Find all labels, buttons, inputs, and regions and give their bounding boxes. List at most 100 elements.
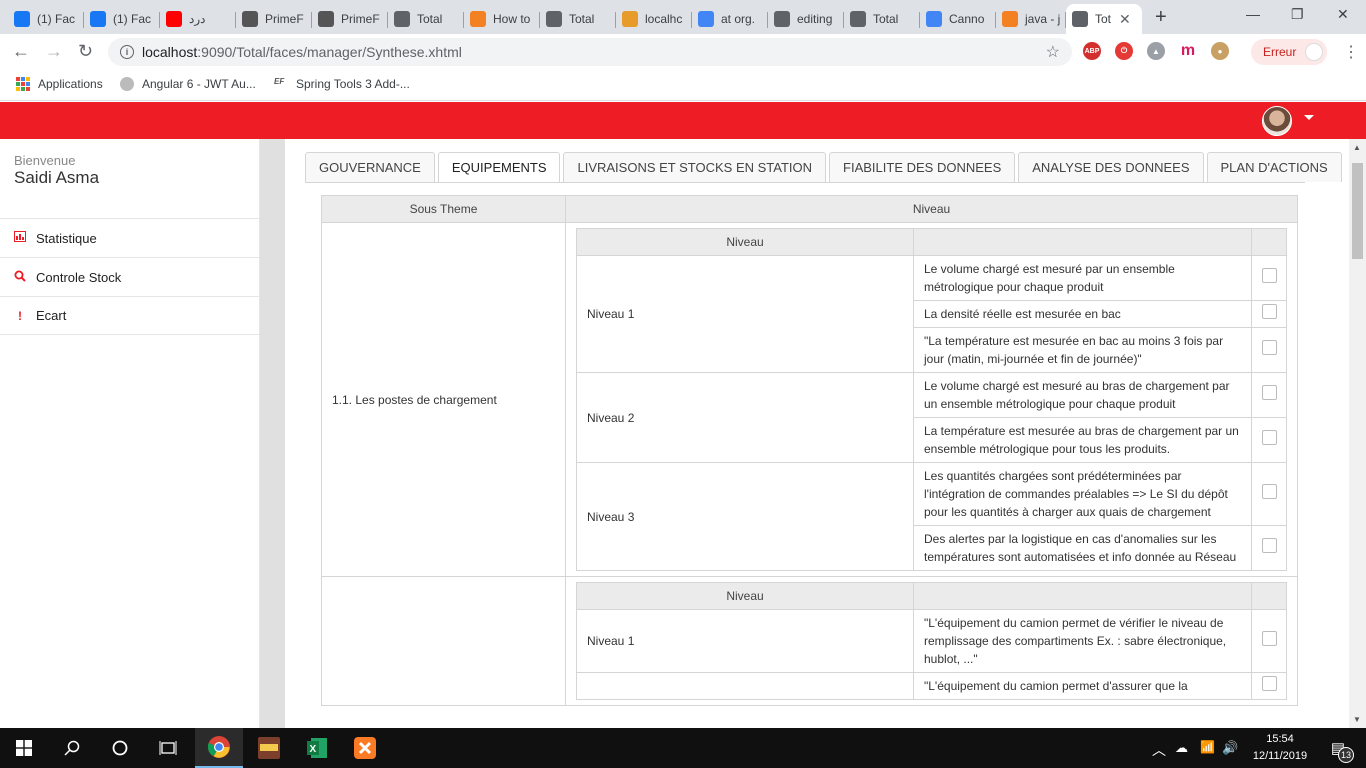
inner-col-criteria: [913, 228, 1252, 256]
sidebar-item-ecart[interactable]: ! Ecart: [0, 296, 260, 335]
taskbar-chrome[interactable]: [195, 728, 243, 768]
browser-tab[interactable]: Canno: [920, 4, 996, 34]
browser-tab[interactable]: localhc: [616, 4, 692, 34]
action-center-button[interactable]: ▤ 13: [1318, 728, 1358, 768]
adblock-plus-icon[interactable]: ABP: [1083, 42, 1101, 60]
criteria-checkbox[interactable]: [1261, 484, 1277, 499]
browser-tab[interactable]: Total: [388, 4, 464, 34]
sidebar-item-statistique[interactable]: Statistique: [0, 218, 260, 257]
bookmark-applications[interactable]: Applications: [16, 77, 103, 91]
bookmark-star-icon[interactable]: ☆: [1046, 42, 1060, 62]
browser-tab[interactable]: درد: [160, 4, 236, 34]
app-header: [0, 102, 1366, 139]
scroll-up-icon[interactable]: ▲: [1353, 143, 1361, 152]
search-taskbar-button[interactable]: [48, 728, 96, 768]
network-icon[interactable]: 📶: [1200, 740, 1215, 754]
new-tab-button[interactable]: +: [1155, 6, 1167, 29]
close-window-button[interactable]: ✕: [1337, 6, 1349, 23]
task-view-button[interactable]: [144, 728, 192, 768]
bookmark-angular-jwt[interactable]: Angular 6 - JWT Au...: [120, 77, 256, 91]
browser-tab[interactable]: Total: [844, 4, 920, 34]
theme-row: 1.1. Les postes de chargement Niveau Nivea…: [321, 222, 1298, 577]
page-scrollbar[interactable]: ▲ ▼: [1349, 139, 1366, 729]
scroll-down-icon[interactable]: ▼: [1353, 715, 1361, 724]
browser-tab[interactable]: PrimeF: [312, 4, 388, 34]
criteria-text: Des alertes par la logistique en cas d'a…: [913, 525, 1252, 571]
windows-icon: [16, 740, 32, 756]
browser-tab[interactable]: editing: [768, 4, 844, 34]
tab-gouvernance[interactable]: GOUVERNANCE: [305, 152, 435, 182]
site-info-icon[interactable]: i: [120, 45, 134, 59]
niveau-label: Niveau 1: [576, 609, 914, 673]
start-button[interactable]: [0, 728, 48, 768]
close-tab-icon[interactable]: ✕: [1119, 11, 1131, 28]
task-view-icon: [159, 741, 177, 755]
browser-tab[interactable]: (1) Fac: [8, 4, 84, 34]
tray-overflow-icon[interactable]: ︿: [1152, 740, 1166, 760]
browser-tab-title: localhc: [645, 12, 683, 26]
criteria-check-cell: [1251, 417, 1287, 463]
criteria-check-cell: [1251, 372, 1287, 418]
criteria-checkbox[interactable]: [1261, 268, 1277, 283]
m-extension-icon[interactable]: m: [1179, 42, 1197, 60]
criteria-checkbox[interactable]: [1261, 430, 1277, 445]
volume-icon[interactable]: 🔊: [1222, 740, 1238, 756]
profile-error-button[interactable]: Erreur: [1251, 39, 1327, 65]
tab-equipements[interactable]: EQUIPEMENTS: [437, 152, 561, 182]
criteria-text: Le volume chargé est mesuré au bras de c…: [913, 372, 1252, 418]
cookie-extension-icon[interactable]: ●: [1211, 42, 1229, 60]
content-gutter: [260, 139, 285, 729]
criteria-checkbox[interactable]: [1261, 631, 1277, 646]
globe-icon: [850, 11, 866, 27]
criteria-checkbox[interactable]: [1261, 538, 1277, 553]
taskbar-xampp[interactable]: [341, 728, 389, 768]
minimize-button[interactable]: —: [1246, 6, 1260, 22]
sidebar: Bienvenue Saidi Asma Statistique Control…: [0, 139, 260, 729]
forward-button[interactable]: →: [45, 41, 63, 62]
taskbar-clock[interactable]: 15:54 12/11/2019: [1248, 731, 1312, 765]
red-extension-icon[interactable]: ⏻: [1115, 42, 1133, 60]
user-avatar[interactable]: [1262, 106, 1292, 136]
bookmark-spring-tools[interactable]: EF Spring Tools 3 Add-...: [274, 77, 410, 91]
tab-livraisons-stocks[interactable]: LIVRAISONS ET STOCKS EN STATION: [563, 152, 827, 182]
criteria-checkbox[interactable]: [1261, 385, 1277, 400]
browser-tab[interactable]: at org.: [692, 4, 768, 34]
sidebar-item-controle-stock[interactable]: Controle Stock: [0, 257, 260, 296]
address-bar[interactable]: i localhost:9090/Total/faces/manager/Syn…: [108, 38, 1072, 66]
browser-tab[interactable]: Tot ✕: [1066, 4, 1142, 34]
criteria-check-cell: [1251, 609, 1287, 673]
back-button[interactable]: ←: [12, 41, 30, 62]
drive-extension-icon[interactable]: ▲: [1147, 42, 1165, 60]
criteria-text: Les quantités chargées sont prédéterminé…: [913, 462, 1252, 526]
inner-col-criteria: [913, 582, 1252, 610]
bar-chart-icon: [14, 231, 26, 245]
browser-tab-title: (1) Fac: [37, 12, 76, 26]
criteria-text: "L'équipement du camion permet de vérifi…: [913, 609, 1252, 673]
browser-tab[interactable]: (1) Fac: [84, 4, 160, 34]
maximize-button[interactable]: ❐: [1291, 6, 1304, 23]
cortana-button[interactable]: [96, 728, 144, 768]
tab-plan-actions[interactable]: PLAN D'ACTIONS: [1206, 152, 1342, 182]
reload-button[interactable]: ↻: [78, 41, 93, 62]
tab-analyse-donnees[interactable]: ANALYSE DES DONNEES: [1018, 152, 1204, 182]
browser-tab[interactable]: java - j: [996, 4, 1066, 34]
browser-tab[interactable]: How to: [464, 4, 540, 34]
taskbar-excel[interactable]: X: [293, 728, 341, 768]
criteria-checkbox[interactable]: [1261, 676, 1277, 691]
globe-icon: [774, 11, 790, 27]
browser-tab[interactable]: PrimeF: [236, 4, 312, 34]
criteria-check-cell: [1251, 672, 1287, 700]
svg-text:X: X: [310, 744, 317, 755]
onedrive-icon[interactable]: ☁: [1175, 740, 1188, 756]
scrollbar-thumb[interactable]: [1352, 163, 1363, 259]
taskbar-eagle-app[interactable]: [245, 728, 293, 768]
user-menu-caret-icon[interactable]: [1304, 115, 1314, 120]
browser-menu-icon[interactable]: ⋮: [1343, 42, 1359, 62]
browser-tab[interactable]: Total: [540, 4, 616, 34]
criteria-text: "La température est mesurée en bac au mo…: [913, 327, 1252, 373]
col-sous-theme: Sous Theme: [321, 195, 566, 223]
tab-fiabilite-donnees[interactable]: FIABILITE DES DONNEES: [829, 152, 1016, 182]
main-content: GOUVERNANCE EQUIPEMENTS LIVRAISONS ET ST…: [285, 139, 1349, 729]
criteria-checkbox[interactable]: [1261, 304, 1277, 319]
criteria-checkbox[interactable]: [1261, 340, 1277, 355]
